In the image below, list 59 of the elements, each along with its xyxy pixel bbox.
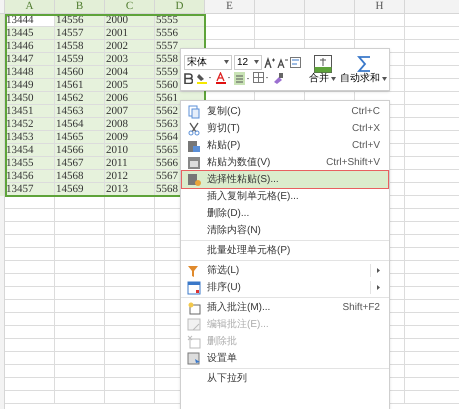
table-cell: 2013 — [105, 183, 155, 195]
table-cell: 14565 — [55, 131, 105, 143]
table-cell: 13456 — [5, 170, 55, 182]
column-header[interactable]: B — [55, 0, 105, 13]
table-cell: 13455 — [5, 157, 55, 169]
table-cell: 13457 — [5, 183, 55, 195]
table-cell: 14564 — [55, 118, 105, 130]
table-cell: 14559 — [55, 53, 105, 65]
table-cell: 14563 — [55, 105, 105, 117]
table-cell: 13446 — [5, 40, 55, 52]
table-cell: 13451 — [5, 105, 55, 117]
menu-item[interactable]: 批量处理单元格(P) — [182, 242, 388, 259]
table-cell: 2009 — [105, 131, 155, 143]
table-cell: 14566 — [55, 144, 105, 156]
table-cell: 2008 — [105, 118, 155, 130]
table-cell: 2001 — [105, 27, 155, 39]
table-cell: 2003 — [105, 53, 155, 65]
table-cell: 14568 — [55, 170, 105, 182]
table-cell: 2012 — [105, 170, 155, 182]
table-cell: 2011 — [105, 157, 155, 169]
table-cell: 2005 — [105, 79, 155, 91]
column-header[interactable]: D — [155, 0, 205, 13]
menu-item[interactable]: 删除(D)... — [182, 205, 388, 222]
table-cell: 13454 — [5, 144, 55, 156]
menu-item[interactable]: 设置单 — [182, 350, 388, 367]
table-cell: 2010 — [105, 144, 155, 156]
table-cell: 14558 — [55, 40, 105, 52]
column-header[interactable]: E — [205, 0, 255, 13]
autosum-button[interactable]: 自动求和 — [340, 54, 387, 84]
table-cell: 13445 — [5, 27, 55, 39]
table-cell: 13452 — [5, 118, 55, 130]
table-cell: 13447 — [5, 53, 55, 65]
column-header[interactable]: H — [355, 0, 405, 13]
table-cell: 14567 — [55, 157, 105, 169]
table-cell: 14561 — [55, 79, 105, 91]
menu-item[interactable]: 选择性粘贴(S)... — [182, 171, 388, 188]
column-header[interactable]: C — [105, 0, 155, 13]
table-cell: 13453 — [5, 131, 55, 143]
table-cell: 14569 — [55, 183, 105, 195]
table-cell: 2004 — [105, 66, 155, 78]
menu-item[interactable]: 排序(U) — [182, 279, 388, 296]
table-cell: 13450 — [5, 92, 55, 104]
menu-item[interactable]: 从下拉列 — [182, 370, 388, 387]
menu-item[interactable]: 清除内容(N) — [182, 222, 388, 239]
table-cell: 2006 — [105, 92, 155, 104]
table-cell: 14557 — [55, 27, 105, 39]
table-cell: 14562 — [55, 92, 105, 104]
table-cell: 2002 — [105, 40, 155, 52]
table-cell: 2007 — [105, 105, 155, 117]
table-cell: 5556 — [155, 27, 205, 39]
table-cell: 13448 — [5, 66, 55, 78]
font-select[interactable]: 宋体 — [184, 54, 232, 70]
menu-item[interactable]: 筛选(L) — [182, 262, 388, 279]
column-header[interactable]: A — [5, 0, 55, 13]
merge-button[interactable]: 合并 — [309, 54, 336, 84]
size-select[interactable]: 12 — [234, 54, 262, 70]
menu-item[interactable]: 插入批注(M)... Shift+F2 — [182, 299, 388, 316]
table-cell: 13449 — [5, 79, 55, 91]
table-cell: 14560 — [55, 66, 105, 78]
